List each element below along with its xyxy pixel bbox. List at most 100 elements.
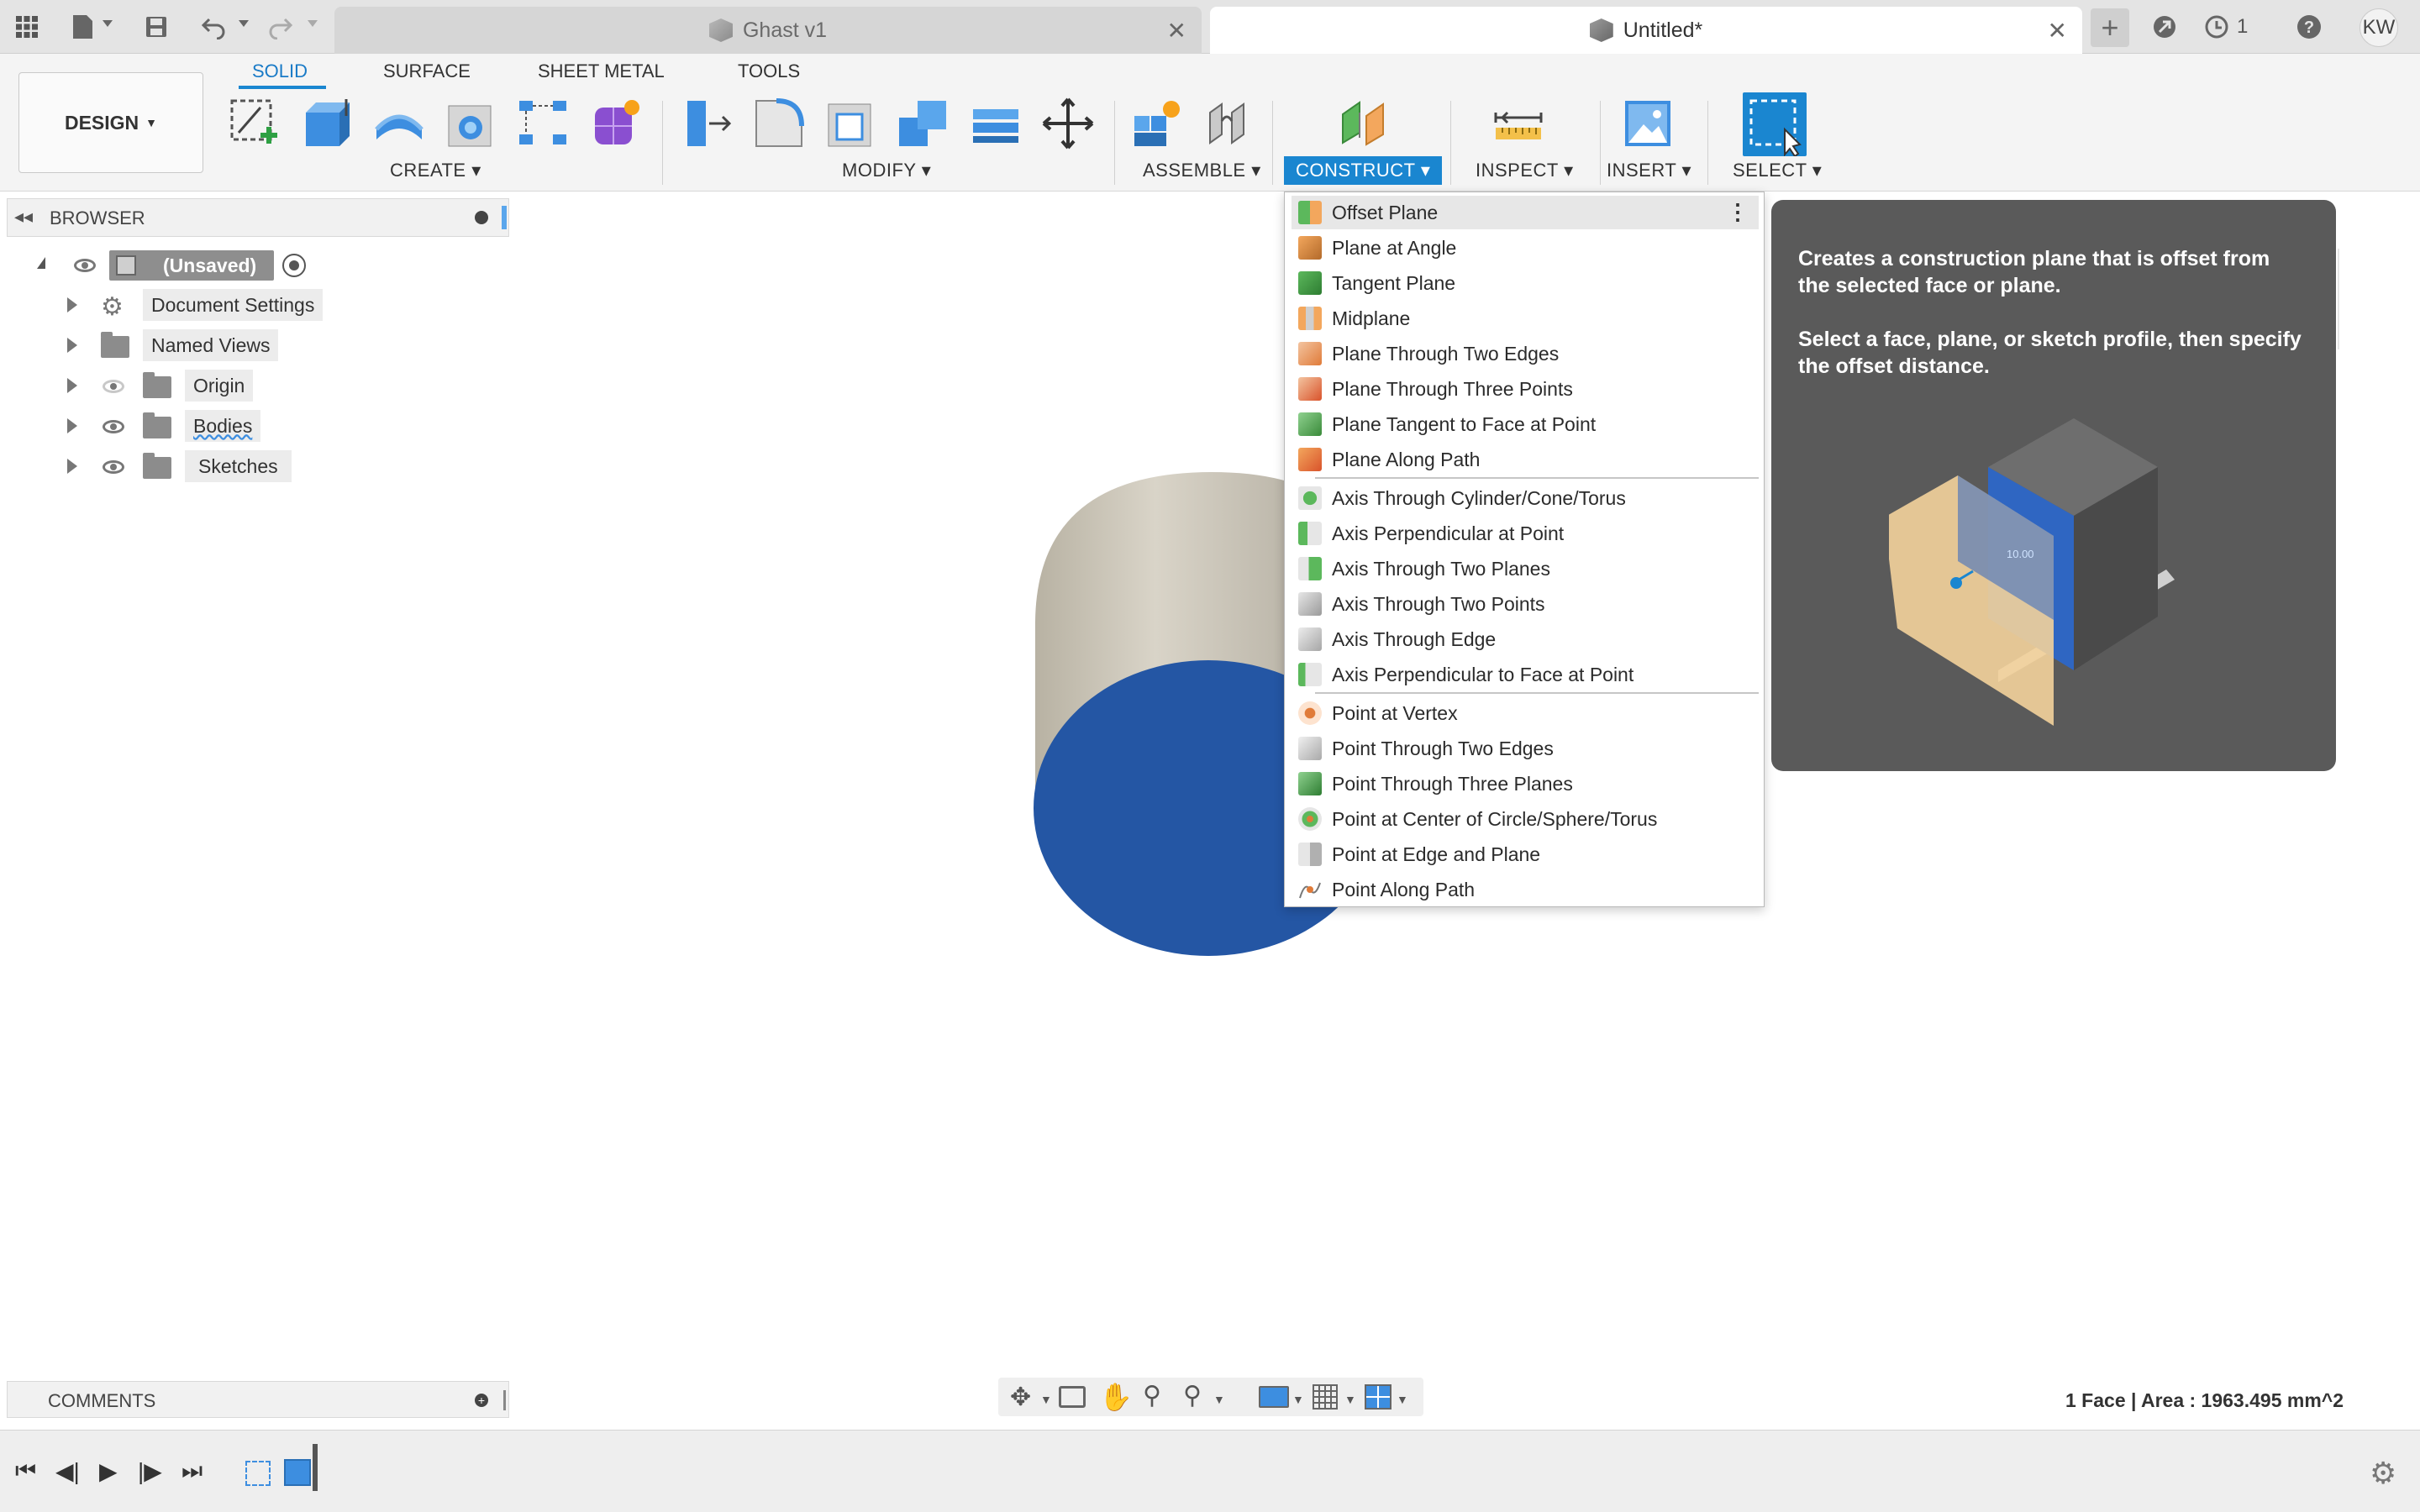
menu-item-plane-along-path[interactable]: Plane Along Path <box>1292 443 1759 476</box>
add-comment-icon[interactable]: + <box>475 1394 488 1407</box>
expand-icon[interactable] <box>67 459 77 474</box>
visibility-eye-icon[interactable] <box>74 259 96 272</box>
inspect-menu[interactable]: INSPECT ▾ <box>1476 160 1574 181</box>
menu-item-axis-through-edge[interactable]: Axis Through Edge <box>1292 622 1759 656</box>
bodies-node[interactable]: Bodies <box>185 410 261 442</box>
select-icon[interactable] <box>1743 92 1807 158</box>
zoom-icon[interactable]: ⚲ <box>1143 1381 1161 1410</box>
menu-item-axis-through-two-planes[interactable]: Axis Through Two Planes <box>1292 552 1759 585</box>
tab-ghast-v1[interactable]: Ghast v1 ✕ <box>334 7 1202 54</box>
close-tab-icon[interactable]: ✕ <box>2048 17 2067 45</box>
menu-item-axis-perpendicular-at-point[interactable]: Axis Perpendicular at Point <box>1292 517 1759 550</box>
panel-resize-handle[interactable] <box>502 206 507 229</box>
undo-icon[interactable] <box>198 12 229 42</box>
step-back-icon[interactable]: ◀| <box>55 1457 80 1485</box>
app-grid-icon[interactable] <box>12 12 42 42</box>
named-views-node[interactable]: Named Views <box>143 329 279 361</box>
menu-item-plane-at-angle[interactable]: Plane at Angle <box>1292 231 1759 265</box>
shell-icon[interactable] <box>823 96 879 151</box>
tab-sheet-metal[interactable]: SHEET METAL <box>538 60 665 82</box>
sketches-node[interactable]: Sketches <box>185 450 292 482</box>
save-icon[interactable] <box>141 12 171 42</box>
orbit-icon[interactable]: ✥ <box>1010 1383 1031 1412</box>
undo-caret[interactable] <box>239 20 249 27</box>
file-icon[interactable] <box>67 12 97 42</box>
menu-item-axis-through-two-points[interactable]: Axis Through Two Points <box>1292 587 1759 621</box>
chevron-down-icon[interactable]: ▼ <box>1344 1393 1356 1406</box>
timeline-marker[interactable] <box>313 1444 318 1491</box>
pattern-icon[interactable] <box>516 96 571 151</box>
menu-item-point-through-two-edges[interactable]: Point Through Two Edges <box>1292 732 1759 765</box>
visibility-eye-icon[interactable] <box>103 420 124 433</box>
menu-item-axis-through-cylinder[interactable]: Axis Through Cylinder/Cone/Torus <box>1292 481 1759 515</box>
modify-menu[interactable]: MODIFY ▾ <box>842 160 931 181</box>
new-tab-icon[interactable]: + <box>2091 8 2129 47</box>
fillet-icon[interactable] <box>751 96 807 151</box>
select-menu[interactable]: SELECT ▾ <box>1733 160 1822 181</box>
visibility-eye-icon[interactable] <box>103 460 124 474</box>
create-sketch-icon[interactable] <box>227 96 282 151</box>
insert-menu[interactable]: INSERT ▾ <box>1607 160 1691 181</box>
document-settings-node[interactable]: Document Settings <box>143 289 324 321</box>
extrude-icon[interactable] <box>299 96 355 151</box>
menu-item-tangent-plane[interactable]: Tangent Plane <box>1292 266 1759 300</box>
timeline-sketch-feature[interactable] <box>245 1461 271 1486</box>
job-status-icon[interactable] <box>2200 12 2233 42</box>
create-menu[interactable]: CREATE ▾ <box>390 160 481 181</box>
insert-image-icon[interactable] <box>1620 96 1676 151</box>
origin-node[interactable]: Origin <box>185 370 254 402</box>
hole-icon[interactable] <box>444 96 499 151</box>
create-form-icon[interactable] <box>588 96 644 151</box>
extensions-icon[interactable] <box>2149 12 2180 42</box>
joint-icon[interactable] <box>1202 96 1257 151</box>
new-component-icon[interactable] <box>1129 96 1185 151</box>
timeline-settings-gear-icon[interactable]: ⚙ <box>2370 1456 2396 1491</box>
workspace-switcher[interactable]: DESIGN ▼ <box>18 72 203 173</box>
offset-face-icon[interactable] <box>968 96 1023 151</box>
tab-solid[interactable]: SOLID <box>252 60 308 82</box>
chevron-down-icon[interactable]: ▼ <box>1397 1393 1408 1406</box>
file-menu-caret[interactable] <box>103 20 113 27</box>
expand-icon[interactable] <box>67 378 77 393</box>
press-pull-icon[interactable] <box>679 96 734 151</box>
chevron-down-icon[interactable]: ▼ <box>1292 1393 1304 1406</box>
menu-item-offset-plane[interactable]: Offset Plane ⋮ <box>1292 196 1759 229</box>
grid-settings-icon[interactable] <box>1313 1384 1338 1410</box>
construct-menu[interactable]: CONSTRUCT ▾ <box>1284 156 1443 185</box>
measure-icon[interactable] <box>1491 96 1546 151</box>
construct-plane-icon[interactable] <box>1336 96 1392 151</box>
menu-item-point-through-three-planes[interactable]: Point Through Three Planes <box>1292 767 1759 801</box>
help-icon[interactable]: ? <box>2294 12 2324 42</box>
collapse-root-icon[interactable] <box>37 257 45 269</box>
panel-resize-handle[interactable] <box>503 1390 506 1410</box>
chevron-down-icon[interactable]: ▼ <box>1213 1393 1225 1406</box>
redo-icon[interactable] <box>266 12 296 42</box>
assemble-menu[interactable]: ASSEMBLE ▾ <box>1143 160 1261 181</box>
expand-icon[interactable] <box>67 418 77 433</box>
minimize-panel-icon[interactable] <box>475 211 488 224</box>
menu-item-plane-through-two-edges[interactable]: Plane Through Two Edges <box>1292 337 1759 370</box>
play-icon[interactable]: ▶ <box>99 1457 118 1485</box>
hidden-eye-icon[interactable] <box>103 380 124 393</box>
expand-icon[interactable] <box>67 338 77 353</box>
go-to-end-icon[interactable]: ⏭ <box>182 1457 203 1485</box>
tab-tools[interactable]: TOOLS <box>738 60 800 82</box>
menu-item-plane-tangent-to-face[interactable]: Plane Tangent to Face at Point <box>1292 407 1759 441</box>
viewports-icon[interactable] <box>1365 1384 1392 1410</box>
expand-icon[interactable] <box>67 297 77 312</box>
revolve-icon[interactable] <box>371 96 427 151</box>
go-to-start-icon[interactable]: ⏮ <box>15 1457 36 1485</box>
more-options-icon[interactable]: ⋮ <box>1727 199 1749 225</box>
view-cube[interactable] <box>2338 249 2354 349</box>
move-copy-icon[interactable] <box>1040 96 1096 151</box>
menu-item-point-along-path[interactable]: Point Along Path <box>1292 873 1759 906</box>
timeline-extrude-feature[interactable] <box>284 1459 311 1486</box>
tab-surface[interactable]: SURFACE <box>383 60 471 82</box>
fit-icon[interactable]: ⚲ <box>1183 1381 1202 1410</box>
menu-item-midplane[interactable]: Midplane <box>1292 302 1759 335</box>
user-avatar[interactable]: KW <box>2360 8 2398 47</box>
menu-item-axis-perpendicular-to-face[interactable]: Axis Perpendicular to Face at Point <box>1292 658 1759 691</box>
menu-item-plane-through-three-points[interactable]: Plane Through Three Points <box>1292 372 1759 406</box>
close-tab-icon[interactable]: ✕ <box>1167 17 1186 45</box>
pan-hand-icon[interactable]: ✋ <box>1099 1381 1133 1413</box>
